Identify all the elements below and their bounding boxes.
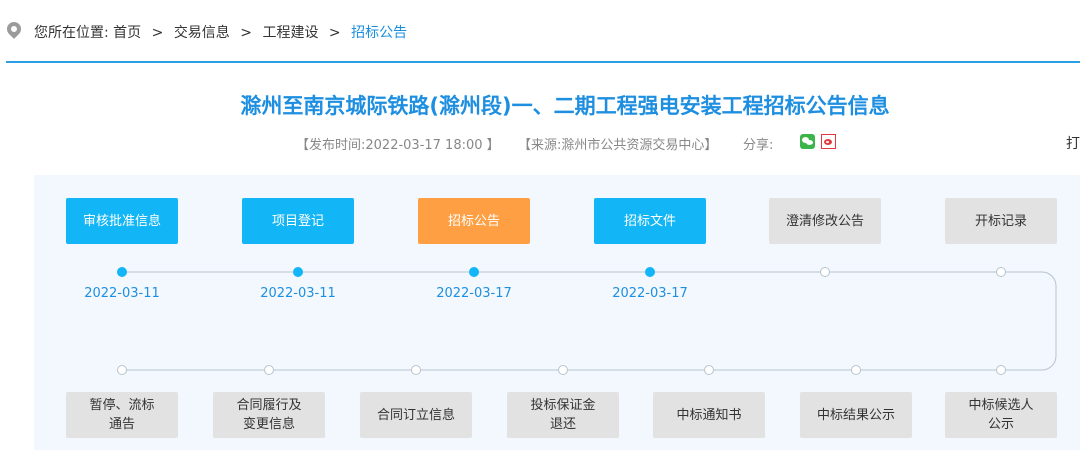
weibo-share-icon[interactable]: [821, 134, 836, 149]
breadcrumb-link-home[interactable]: 首页: [113, 25, 141, 41]
flow-step-date: 2022-03-17: [612, 286, 688, 301]
flow-node: [411, 365, 421, 375]
flow-node: [704, 365, 714, 375]
breadcrumb-separator: >: [328, 25, 341, 41]
flow-node: [996, 267, 1006, 277]
flow-node: [293, 267, 303, 277]
flow-step-bottom[interactable]: 暂停、流标 通告: [66, 392, 178, 438]
flow-node: [820, 267, 830, 277]
flow-step-top[interactable]: 招标文件: [594, 198, 706, 244]
breadcrumb-current[interactable]: 招标公告: [351, 25, 407, 41]
flow-node: [558, 365, 568, 375]
flow-step-bottom[interactable]: 合同履行及 变更信息: [213, 392, 325, 438]
breadcrumb-bar: 您所在位置: 首页 > 交易信息 > 工程建设 > 招标公告: [0, 0, 1080, 62]
breadcrumb-link-trade-info[interactable]: 交易信息: [174, 25, 230, 41]
breadcrumb: 您所在位置: 首页 > 交易信息 > 工程建设 > 招标公告: [34, 22, 407, 42]
flow-node: [645, 267, 655, 277]
process-flow-panel: 审核批准信息 2022-03-11 项目登记 2022-03-11 招标公告 2022-0…: [34, 175, 1080, 450]
breadcrumb-prefix: 您所在位置:: [34, 25, 109, 41]
flow-node: [851, 365, 861, 375]
flow-step-top[interactable]: 开标记录: [945, 198, 1057, 244]
flow-step-date: 2022-03-11: [260, 286, 336, 301]
flow-step-bottom[interactable]: 中标通知书: [653, 392, 765, 438]
print-link[interactable]: 打: [1066, 133, 1080, 153]
breadcrumb-separator: >: [240, 25, 252, 41]
flow-step-date: 2022-03-11: [84, 286, 160, 301]
flow-node: [469, 267, 479, 277]
flow-step-top[interactable]: 审核批准信息: [66, 198, 178, 244]
source: 【来源:滁州市公共资源交易中心】: [518, 138, 718, 153]
flow-step-date: 2022-03-17: [436, 286, 512, 301]
flow-step-top[interactable]: 项目登记: [242, 198, 354, 244]
publish-time: 【发布时间:2022-03-17 18:00 】: [296, 138, 500, 153]
breadcrumb-divider: [6, 61, 1080, 63]
flow-step-top[interactable]: 招标公告: [418, 198, 530, 244]
breadcrumb-link-construction[interactable]: 工程建设: [262, 25, 318, 41]
flow-step-bottom[interactable]: 中标候选人 公示: [945, 392, 1057, 438]
flow-node: [117, 267, 127, 277]
flow-step-bottom[interactable]: 投标保证金 退还: [507, 392, 619, 438]
flow-step-bottom[interactable]: 中标结果公示: [800, 392, 912, 438]
flow-node: [996, 365, 1006, 375]
flow-step-top[interactable]: 澄清修改公告: [769, 198, 881, 244]
breadcrumb-separator: >: [151, 25, 164, 41]
page-title: 滁州至南京城际铁路(滁州段)一、二期工程强电安装工程招标公告信息: [240, 94, 890, 118]
flow-node: [117, 365, 127, 375]
location-pin-icon: [4, 19, 24, 39]
flow-step-bottom[interactable]: 合同订立信息: [360, 392, 472, 438]
share-label: 分享:: [743, 138, 774, 153]
flow-node: [264, 365, 274, 375]
wechat-share-icon[interactable]: [800, 134, 815, 149]
